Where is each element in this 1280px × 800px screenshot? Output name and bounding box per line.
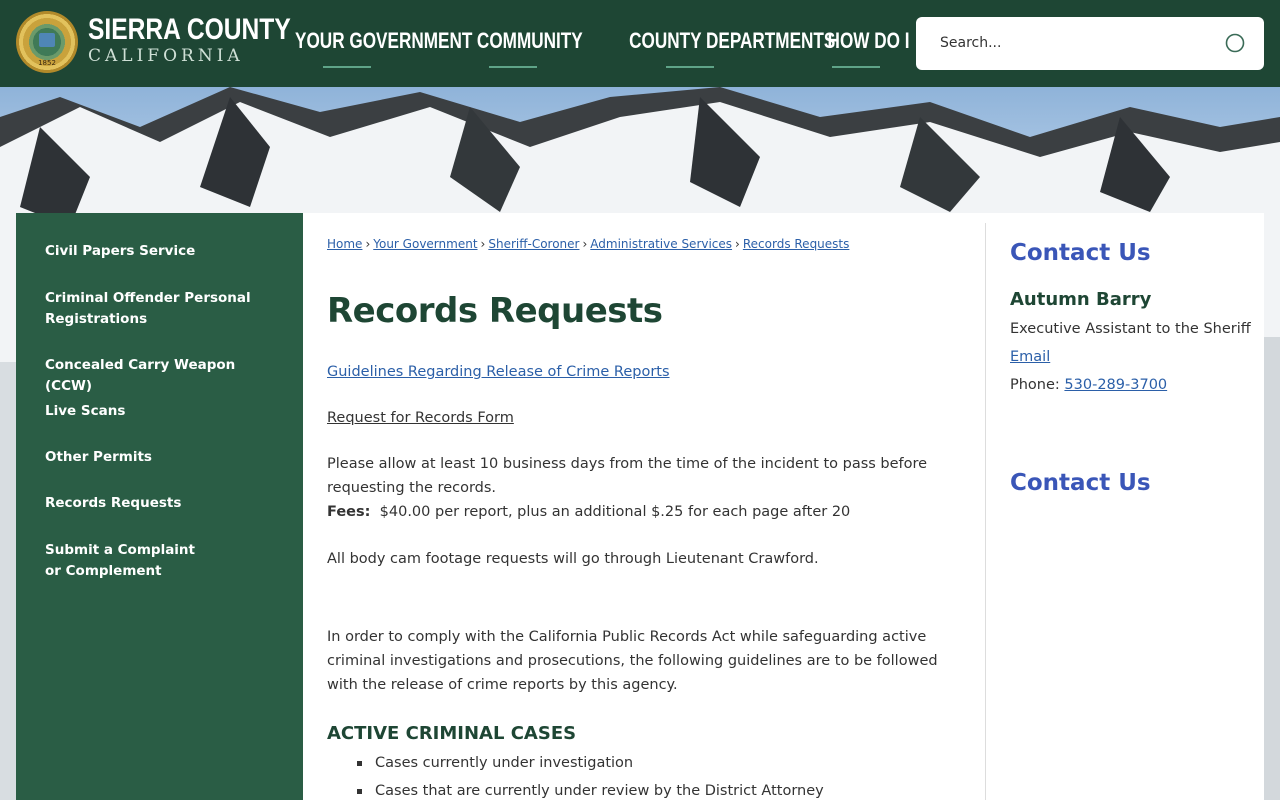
sidebar-item-live-scans[interactable]: Live Scans (45, 401, 275, 422)
column-divider (985, 223, 986, 800)
contact-name: Autumn Barry (1010, 289, 1152, 310)
guidelines-link[interactable]: Guidelines Regarding Release of Crime Re… (327, 364, 670, 380)
sidebar-item-records-requests[interactable]: Records Requests (45, 493, 275, 514)
contact-email-link[interactable]: Email (1010, 349, 1050, 365)
site-header: 1852 SIERRA COUNTY CALIFORNIA YOUR GOVER… (0, 0, 1280, 87)
brand-title: SIERRA COUNTY (88, 13, 291, 46)
breadcrumb-separator: › (480, 237, 486, 251)
list-item: Cases currently under investigation (351, 749, 951, 777)
breadcrumb-sheriff-coroner[interactable]: Sheriff-Coroner (488, 237, 579, 251)
breadcrumb-home[interactable]: Home (327, 237, 362, 251)
search-box (916, 17, 1264, 70)
contact-title: Contact Us (1010, 240, 1151, 266)
contact-email-line: Email (1010, 349, 1050, 365)
breadcrumb: Home › Your Government › Sheriff-Coroner › Adm… (327, 237, 849, 251)
nav-label: HOW DO I (827, 28, 910, 53)
form-paragraph: Request for Records Form (327, 406, 957, 430)
nav-how-do-i[interactable]: HOW DO I (816, 28, 910, 68)
breadcrumb-records-requests[interactable]: Records Requests (743, 237, 850, 251)
comply-paragraph: In order to comply with the California P… (327, 629, 938, 693)
fees-label: Fees: (327, 504, 371, 520)
breadcrumb-your-government[interactable]: Your Government (373, 237, 477, 251)
main-content: Home › Your Government › Sheriff-Coroner › Adm… (303, 213, 1264, 800)
nav-label: YOUR GOVERNMENT (295, 28, 473, 53)
breadcrumb-administrative-services[interactable]: Administrative Services (590, 237, 732, 251)
seal-year: 1852 (38, 59, 56, 67)
sidebar-item-other-permits[interactable]: Other Permits (45, 447, 275, 468)
contact-title-secondary: Contact Us (1010, 470, 1151, 496)
contact-phone-line: Phone: 530-289-3700 (1010, 377, 1167, 393)
search-input[interactable] (940, 31, 1210, 55)
records-form-link[interactable]: Request for Records Form (327, 410, 514, 426)
fees-text: $40.00 per report, plus an additional $.… (379, 504, 851, 520)
sidebar-item-ccw[interactable]: Concealed Carry Weapon (CCW) (45, 355, 275, 397)
sidebar-item-offender-registrations[interactable]: Criminal Offender Personal Registrations (45, 288, 275, 330)
county-seal-icon[interactable]: 1852 (16, 11, 78, 73)
allow-paragraph: Please allow at least 10 business days f… (327, 452, 957, 524)
sidebar-item-complaint[interactable]: Submit a Complaint or Complement (45, 540, 215, 582)
nav-underline (666, 66, 714, 68)
seal-emblem (39, 33, 55, 47)
nav-underline (832, 66, 880, 68)
breadcrumb-separator: › (365, 237, 371, 251)
breadcrumb-separator: › (735, 237, 740, 251)
nav-your-government[interactable]: YOUR GOVERNMENT (270, 28, 472, 68)
page-title: Records Requests (327, 291, 663, 331)
contact-phone-link[interactable]: 530-289-3700 (1064, 377, 1167, 393)
active-cases-list: Cases currently under investigation Case… (351, 749, 951, 800)
contact-phone-label: Phone: (1010, 377, 1060, 393)
nav-community[interactable]: COMMUNITY (462, 28, 583, 68)
nav-label: COUNTY DEPARTMENTS (629, 28, 836, 53)
breadcrumb-separator: › (582, 237, 588, 251)
search-icon[interactable] (1224, 32, 1246, 54)
nav-underline (323, 66, 371, 68)
bodycam-paragraph: All body cam footage requests will go th… (327, 551, 819, 567)
nav-label: COMMUNITY (476, 28, 583, 53)
nav-underline (489, 66, 537, 68)
sidebar-nav: Civil Papers Service Criminal Offender P… (16, 213, 303, 800)
allow-text: Please allow at least 10 business days f… (327, 456, 928, 496)
active-cases-heading: ACTIVE CRIMINAL CASES (327, 723, 577, 744)
list-item: Cases that are currently under review by… (351, 777, 951, 800)
guidelines-paragraph: Guidelines Regarding Release of Crime Re… (327, 360, 957, 384)
contact-role: Executive Assistant to the Sheriff (1010, 321, 1251, 337)
sidebar-item-civil-papers[interactable]: Civil Papers Service (45, 241, 275, 262)
nav-county-departments[interactable]: COUNTY DEPARTMENTS (600, 28, 835, 68)
